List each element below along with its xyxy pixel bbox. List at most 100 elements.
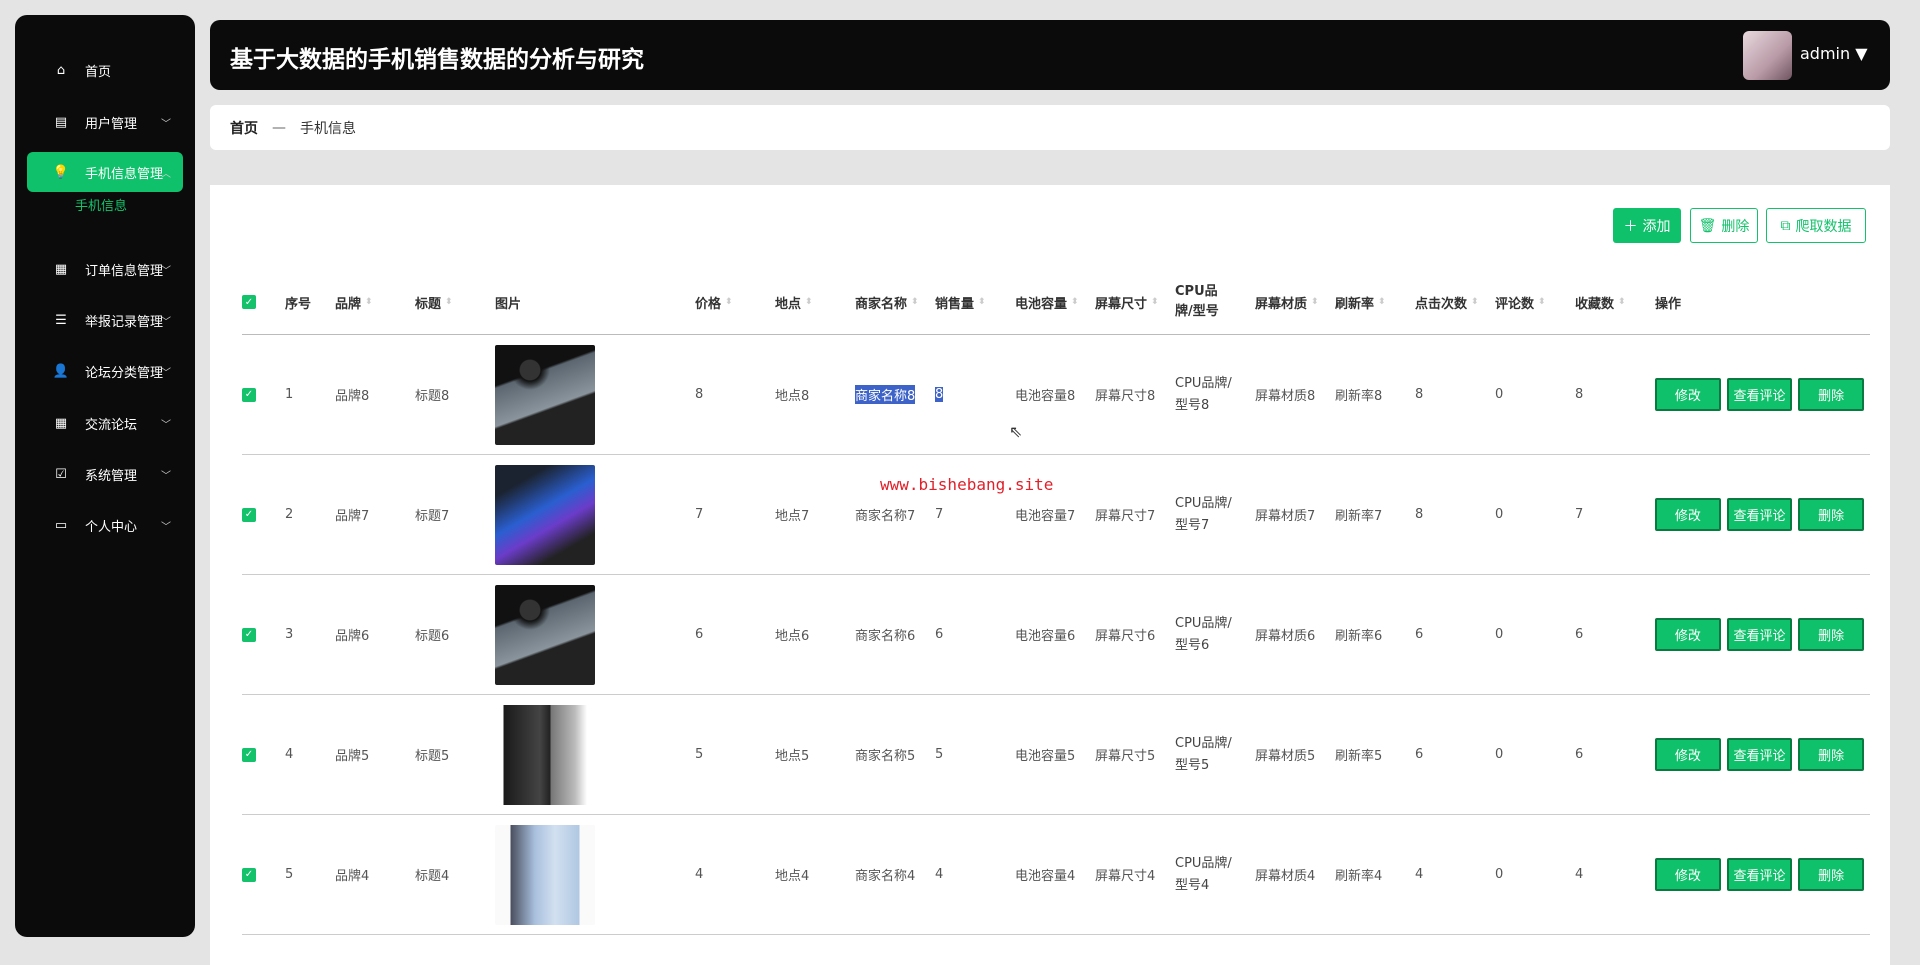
edit-button[interactable]: 修改	[1655, 618, 1721, 651]
column-label: 屏幕材质	[1255, 296, 1308, 312]
view-comments-button[interactable]: 查看评论	[1726, 498, 1793, 531]
column-header[interactable]: 品牌 ⬍	[335, 270, 415, 335]
sidebar-item-7[interactable]: ☑ 系统管理 ﹀	[27, 454, 183, 494]
cell-text: 品牌7	[335, 509, 370, 524]
chevron-down-icon: ﹀	[161, 265, 171, 277]
column-header[interactable]: 收藏数 ⬍	[1575, 270, 1655, 335]
cell-favorites: 8	[1575, 335, 1655, 455]
phone-image[interactable]	[495, 464, 595, 565]
view-comments-button[interactable]: 查看评论	[1726, 378, 1793, 411]
column-header[interactable]: 屏幕尺寸 ⬍	[1095, 270, 1175, 335]
cell-text: 1	[285, 387, 294, 402]
sidebar-item-6[interactable]: ▦ 交流论坛 ﹀	[27, 403, 183, 443]
sidebar-item-2[interactable]: 💡 手机信息管理 ︿	[27, 152, 183, 192]
cell-text: 4	[1415, 867, 1424, 882]
chevron-down-icon: ﹀	[161, 470, 171, 482]
cell-text: 7	[935, 507, 944, 522]
sort-icon[interactable]: ⬍	[911, 297, 919, 307]
phone-image[interactable]	[495, 584, 595, 685]
chevron-down-icon: ﹀	[161, 367, 171, 379]
column-header[interactable]: 屏幕材质 ⬍	[1255, 270, 1335, 335]
sidebar-item-4[interactable]: ☰ 举报记录管理 ﹀	[27, 300, 183, 340]
cell-image	[495, 455, 695, 575]
edit-button[interactable]: 修改	[1655, 498, 1721, 531]
sidebar-item-8[interactable]: ▭ 个人中心 ﹀	[27, 505, 183, 545]
cell-price: 8	[695, 335, 775, 455]
column-header[interactable]: 点击次数 ⬍	[1415, 270, 1495, 335]
delete-button[interactable]: 删除	[1798, 618, 1865, 651]
sort-icon[interactable]: ⬍	[1471, 297, 1479, 307]
column-header[interactable]: 销售量 ⬍	[935, 270, 1015, 335]
row-checkbox[interactable]: ✓	[242, 695, 285, 815]
edit-button[interactable]: 修改	[1655, 858, 1721, 891]
cell-text: 0	[1495, 387, 1504, 402]
view-comments-button[interactable]: 查看评论	[1726, 858, 1793, 891]
user-menu[interactable]: admin ▼	[1800, 44, 1868, 63]
cell-text: 屏幕尺寸5	[1095, 749, 1156, 764]
chevron-down-icon: ﹀	[161, 316, 171, 328]
row-checkbox[interactable]: ✓	[242, 815, 285, 935]
column-header[interactable]: 刷新率 ⬍	[1335, 270, 1415, 335]
sort-icon[interactable]: ⬍	[1151, 297, 1159, 307]
row-checkbox[interactable]: ✓	[242, 575, 285, 695]
column-header[interactable]: 价格 ⬍	[695, 270, 775, 335]
sort-icon[interactable]: ⬍	[1538, 297, 1546, 307]
row-checkbox[interactable]: ✓	[242, 335, 285, 455]
delete-button[interactable]: 删除	[1798, 378, 1865, 411]
sidebar-item-1[interactable]: ▤ 用户管理 ﹀	[27, 102, 183, 142]
cell-text: 7	[1575, 507, 1584, 522]
sidebar-item-label: 订单信息管理	[85, 263, 164, 279]
delete-button[interactable]: 删除	[1798, 498, 1865, 531]
sort-icon[interactable]: ⬍	[445, 297, 453, 307]
sidebar-item-3[interactable]: ▦ 订单信息管理 ﹀	[27, 249, 183, 289]
delete-button[interactable]: 删除	[1798, 858, 1865, 891]
sidebar-item-label: 个人中心	[85, 519, 138, 535]
sidebar-item-0[interactable]: ⌂ 首页	[27, 50, 183, 90]
cell-text: 品牌5	[335, 749, 370, 764]
column-header[interactable]: 商家名称 ⬍	[855, 270, 935, 335]
sort-icon[interactable]: ⬍	[978, 297, 986, 307]
column-header[interactable]: 电池容量 ⬍	[1015, 270, 1095, 335]
sidebar-subitem-phone-info[interactable]: 手机信息	[75, 195, 127, 214]
sort-icon[interactable]: ⬍	[805, 297, 813, 307]
edit-button[interactable]: 修改	[1655, 738, 1721, 771]
edit-button[interactable]: 修改	[1655, 378, 1721, 411]
cell-text: 刷新率4	[1335, 869, 1383, 884]
add-label: 添加	[1642, 218, 1671, 235]
view-comments-button[interactable]: 查看评论	[1726, 618, 1793, 651]
sort-icon[interactable]: ⬍	[1071, 297, 1079, 307]
crawl-button[interactable]: ⧉ 爬取数据	[1766, 208, 1866, 243]
cell-text: 地点7	[775, 509, 810, 524]
phone-image[interactable]	[495, 824, 595, 925]
avatar[interactable]	[1743, 31, 1792, 80]
row-checkbox[interactable]: ✓	[242, 455, 285, 575]
sort-icon[interactable]: ⬍	[365, 297, 373, 307]
select-all-checkbox[interactable]: ✓	[242, 270, 285, 335]
cell-text: 商家名称6	[855, 629, 916, 644]
chevron-down-icon: ﹀	[161, 521, 171, 533]
delete-button[interactable]: 删除	[1798, 738, 1865, 771]
sort-icon[interactable]: ⬍	[1311, 297, 1319, 307]
column-label: 标题	[415, 296, 442, 312]
column-header[interactable]: 评论数 ⬍	[1495, 270, 1575, 335]
breadcrumb-home[interactable]: 首页	[230, 118, 258, 138]
view-comments-button[interactable]: 查看评论	[1726, 738, 1793, 771]
phone-image[interactable]	[495, 344, 595, 445]
cell-favorites: 7	[1575, 455, 1655, 575]
cell-material: 屏幕材质6	[1255, 575, 1335, 695]
cell-refresh: 刷新率4	[1335, 815, 1415, 935]
cell-text: 8	[1415, 387, 1424, 402]
sidebar-item-5[interactable]: 👤 论坛分类管理 ﹀	[27, 351, 183, 391]
column-header[interactable]: 地点 ⬍	[775, 270, 855, 335]
sort-icon[interactable]: ⬍	[725, 297, 733, 307]
sort-icon[interactable]: ⬍	[1378, 297, 1386, 307]
sort-icon[interactable]: ⬍	[1618, 297, 1626, 307]
phone-image[interactable]	[495, 704, 595, 805]
column-header[interactable]: 标题 ⬍	[415, 270, 495, 335]
column-label: 电池容量	[1015, 296, 1068, 312]
cell-text: 屏幕材质7	[1255, 509, 1316, 524]
add-button[interactable]: ＋添加	[1613, 208, 1681, 243]
cell-place: 地点4	[775, 815, 855, 935]
cell-text: 屏幕尺寸6	[1095, 629, 1156, 644]
batch-delete-button[interactable]: 🗑 删除	[1690, 208, 1758, 243]
